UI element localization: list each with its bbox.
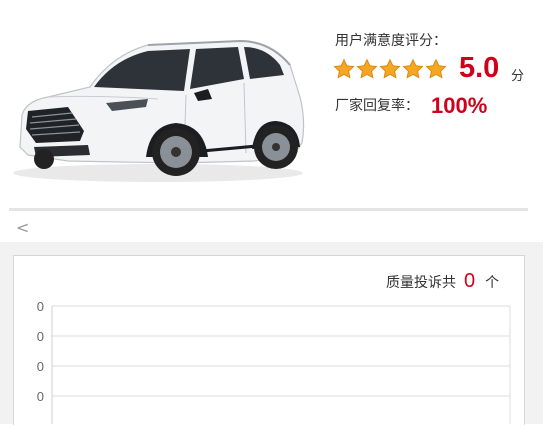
complaint-chart: 0 0 0 0	[37, 299, 511, 424]
complaint-summary: 质量投诉共 0 个	[386, 270, 499, 293]
star-icon	[333, 58, 355, 79]
y-tick-label: 0	[37, 299, 44, 314]
complaint-suffix: 个	[485, 275, 500, 291]
star-icon	[356, 58, 378, 79]
complaint-count: 0	[464, 270, 476, 292]
score-unit: 分	[511, 69, 525, 84]
reply-rate-value: 100%	[431, 93, 488, 118]
back-button[interactable]: <	[16, 218, 29, 237]
car-image	[13, 39, 305, 182]
satisfaction-score: 5.0	[459, 52, 500, 84]
y-tick-label: 0	[37, 389, 44, 404]
star-icon	[425, 58, 447, 79]
y-tick-label: 0	[37, 329, 44, 344]
rating-block: 用户满意度评分： 5.0 分	[333, 30, 524, 88]
y-tick-label: 0	[37, 359, 44, 374]
satisfaction-label: 用户满意度评分：	[335, 33, 447, 49]
star-icon	[379, 58, 401, 79]
reply-rate-label: 厂家回复率：	[335, 98, 419, 114]
star-icon	[402, 58, 424, 79]
star-rating	[333, 58, 447, 80]
section-divider	[9, 208, 528, 211]
complaint-prefix: 质量投诉共	[386, 275, 456, 291]
